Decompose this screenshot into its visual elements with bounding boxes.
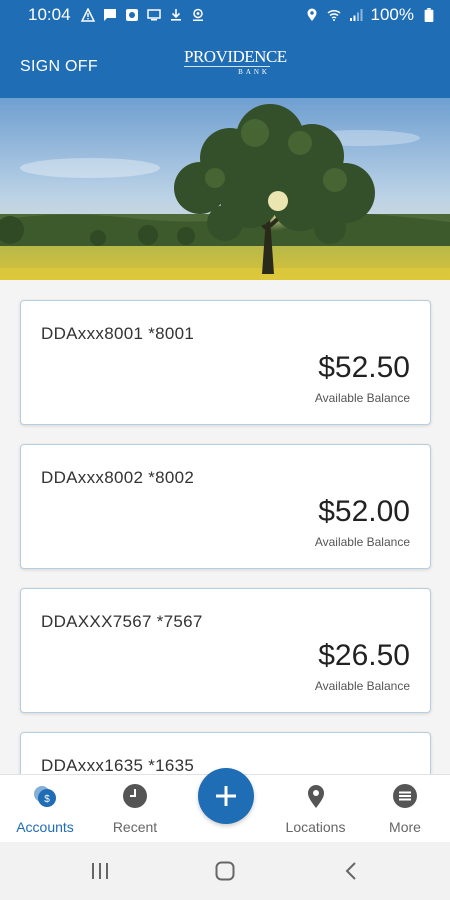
battery-percent: 100% xyxy=(370,5,414,24)
available-balance-label: Available Balance xyxy=(314,679,410,693)
home-icon xyxy=(215,861,235,881)
nav-label: More xyxy=(389,819,421,835)
bank-logo: PROVIDENCE BANK xyxy=(184,47,287,88)
accounts-list: DDAxxx8001 *8001 $52.50 Available Balanc… xyxy=(0,280,450,774)
clock-icon xyxy=(123,784,147,808)
add-fab-button[interactable] xyxy=(198,768,254,824)
location-pin-icon xyxy=(307,785,324,808)
nav-label: Recent xyxy=(112,819,158,835)
gps-icon xyxy=(307,8,317,21)
tree-landscape-image xyxy=(0,98,450,280)
account-card[interactable]: DDAxxx8001 *8001 $52.50 Available Balanc… xyxy=(20,300,431,425)
nav-recent[interactable]: Recent xyxy=(100,775,170,843)
back-chevron-icon xyxy=(345,862,356,880)
location-notification-icon xyxy=(192,8,203,21)
account-balance: $52.00 xyxy=(318,495,410,528)
nav-label: Accounts xyxy=(16,819,74,835)
nav-locations[interactable]: Locations xyxy=(278,775,353,843)
home-button[interactable] xyxy=(210,856,240,886)
account-name: DDAxxx1635 *1635 xyxy=(41,756,195,774)
logo-sub-text: BANK xyxy=(238,68,270,76)
account-name: DDAxxx8002 *8002 xyxy=(41,468,195,487)
recent-apps-icon xyxy=(92,863,108,879)
nav-more[interactable]: More xyxy=(375,775,435,843)
system-nav-bar xyxy=(0,842,450,900)
status-time: 10:04 xyxy=(28,5,71,24)
notification-icons xyxy=(80,8,205,22)
status-bar: 10:04 100% xyxy=(0,0,450,30)
menu-icon xyxy=(393,784,417,808)
app-header: SIGN OFF PROVIDENCE BANK xyxy=(0,30,450,98)
sign-off-button[interactable]: SIGN OFF xyxy=(20,58,98,76)
status-right: 100% xyxy=(305,5,436,25)
signal-icon xyxy=(349,9,363,21)
account-name: DDAxxx8001 *8001 xyxy=(41,324,195,343)
account-balance: $26.50 xyxy=(318,639,410,672)
account-balance: $52.50 xyxy=(318,351,410,384)
warning-icon xyxy=(80,8,95,22)
available-balance-label: Available Balance xyxy=(314,391,410,405)
logo-main-text: PROVIDENCE xyxy=(184,47,287,67)
accounts-icon: $ xyxy=(34,786,56,807)
hero-banner-image xyxy=(0,98,450,280)
battery-icon xyxy=(424,8,434,22)
message-icon xyxy=(103,9,116,21)
recent-apps-button[interactable] xyxy=(85,856,115,886)
wifi-icon xyxy=(327,9,341,21)
back-button[interactable] xyxy=(336,856,366,886)
svg-text:$: $ xyxy=(44,794,50,805)
account-card[interactable]: DDAXXX7567 *7567 $26.50 Available Balanc… xyxy=(20,588,431,713)
account-card[interactable]: DDAxxx8002 *8002 $52.00 Available Balanc… xyxy=(20,444,431,569)
app-notification-icon xyxy=(125,9,138,21)
available-balance-label: Available Balance xyxy=(314,535,410,549)
account-name: DDAXXX7567 *7567 xyxy=(41,612,203,631)
nav-accounts[interactable]: $ Accounts xyxy=(10,775,80,843)
nav-label: Locations xyxy=(285,819,346,835)
download-icon xyxy=(170,9,181,21)
screen-icon xyxy=(146,9,161,21)
plus-icon xyxy=(216,786,236,806)
